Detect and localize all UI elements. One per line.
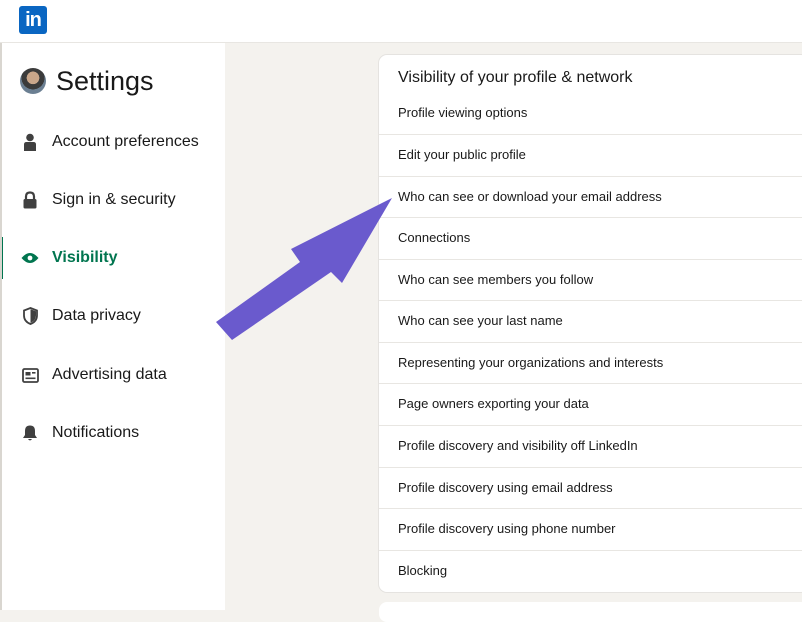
option-label: Blocking: [398, 563, 448, 578]
option-discovery-off-linkedin[interactable]: Profile discovery and visibility off Lin…: [379, 425, 802, 467]
sidebar-item-label: Notifications: [52, 424, 140, 441]
bell-icon: [21, 424, 39, 442]
settings-header: Settings: [20, 61, 154, 101]
option-label: Who can see members you follow: [398, 272, 594, 287]
option-page-owners-exporting[interactable]: Page owners exporting your data: [379, 383, 802, 425]
sidebar-item-notifications[interactable]: Notifications: [0, 412, 225, 454]
settings-sidebar: Settings Account preferences Sign in & s…: [0, 43, 225, 610]
sidebar-item-data-privacy[interactable]: Data privacy: [0, 295, 225, 337]
visibility-settings-card: Visibility of your profile & network Pro…: [379, 55, 802, 592]
sidebar-item-label: Visibility: [52, 249, 118, 266]
option-label: Edit your public profile: [398, 147, 526, 162]
option-label: Page owners exporting your data: [398, 396, 589, 411]
option-label: Profile discovery using email address: [398, 480, 613, 495]
option-representing-organizations[interactable]: Representing your organizations and inte…: [379, 342, 802, 384]
newspaper-icon: [21, 366, 39, 384]
option-label: Profile viewing options: [398, 105, 528, 120]
option-last-name[interactable]: Who can see your last name: [379, 300, 802, 342]
window-edge: [0, 43, 2, 610]
page-title: Settings: [56, 65, 154, 96]
option-label: Representing your organizations and inte…: [398, 355, 664, 370]
option-label: Who can see your last name: [398, 313, 563, 328]
option-connections[interactable]: Connections: [379, 217, 802, 259]
sidebar-item-label: Data privacy: [52, 307, 141, 324]
person-icon: [21, 133, 39, 151]
sidebar-item-visibility[interactable]: Visibility: [0, 237, 225, 279]
option-label: Who can see or download your email addre…: [398, 189, 662, 204]
next-card-edge: [379, 602, 802, 622]
option-members-you-follow[interactable]: Who can see members you follow: [379, 259, 802, 301]
lock-icon: [21, 191, 39, 209]
option-edit-public-profile[interactable]: Edit your public profile: [379, 134, 802, 176]
option-label: Profile discovery using phone number: [398, 521, 616, 536]
sidebar-item-account-preferences[interactable]: Account preferences: [0, 121, 225, 163]
option-discovery-phone[interactable]: Profile discovery using phone number: [379, 508, 802, 550]
sidebar-item-label: Account preferences: [52, 133, 199, 150]
sidebar-item-label: Advertising data: [52, 366, 167, 383]
option-profile-viewing[interactable]: Profile viewing options: [379, 93, 802, 134]
option-discovery-email[interactable]: Profile discovery using email address: [379, 467, 802, 509]
linkedin-logo-icon[interactable]: in: [19, 6, 47, 34]
section-title: Visibility of your profile & network: [398, 69, 633, 86]
option-blocking[interactable]: Blocking: [379, 550, 802, 592]
eye-icon: [21, 249, 39, 267]
option-label: Profile discovery and visibility off Lin…: [398, 438, 638, 453]
sidebar-item-sign-in-security[interactable]: Sign in & security: [0, 179, 225, 221]
option-label: Connections: [398, 230, 471, 245]
option-email-visibility[interactable]: Who can see or download your email addre…: [379, 176, 802, 218]
top-bar: in: [0, 0, 802, 43]
shield-icon: [21, 307, 39, 325]
avatar[interactable]: [20, 68, 46, 94]
sidebar-item-advertising-data[interactable]: Advertising data: [0, 354, 225, 396]
sidebar-item-label: Sign in & security: [52, 191, 176, 208]
